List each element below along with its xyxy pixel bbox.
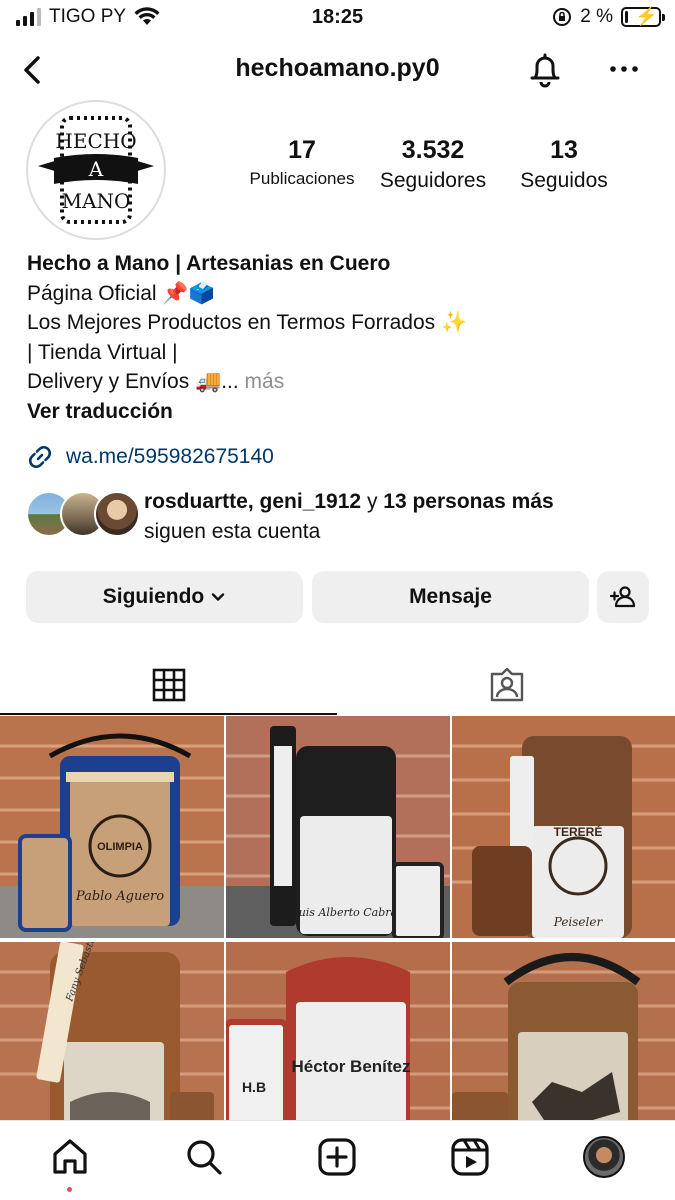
reels-icon [451, 1138, 489, 1176]
nav-reels[interactable] [448, 1135, 492, 1179]
svg-text:HECHO: HECHO [55, 129, 136, 153]
mutual-connector: y [366, 490, 378, 513]
following-count-value: 13 [550, 136, 578, 164]
svg-text:A: A [88, 157, 104, 181]
posts-count[interactable]: 17 Publicaciones [232, 136, 372, 189]
link-icon [29, 446, 51, 468]
post-image: Héctor Benítez H.B [226, 942, 450, 1120]
notifications-button[interactable] [524, 48, 566, 90]
svg-text:TERERÉ: TERERÉ [554, 824, 603, 839]
post-thumbnail[interactable] [452, 942, 675, 1120]
battery-icon: ⚡ [621, 6, 665, 27]
post-image: Luis Alberto Cabral [226, 716, 450, 938]
more-icon [610, 66, 638, 72]
post-thumbnail[interactable]: Fany Sebastián [0, 942, 224, 1120]
following-button[interactable]: Siguiendo [26, 571, 303, 623]
orientation-lock-icon [553, 8, 572, 26]
post-thumbnail[interactable]: Luis Alberto Cabral [226, 716, 450, 938]
create-icon [318, 1138, 356, 1176]
message-button-label: Mensaje [409, 585, 492, 608]
profile-display-name: Hecho a Mano | Artesanias en Cuero [27, 252, 391, 275]
post-thumbnail[interactable]: TERERÉ Peiseler [452, 716, 675, 938]
posts-grid: OLIMPIA Pablo Aguero Luis Alberto Cabral [0, 716, 675, 1120]
post-image: TERERÉ Peiseler [452, 716, 675, 938]
bio-line: Los Mejores Productos en Termos Forrados… [27, 311, 468, 334]
mutual-names: rosduartte, geni_1912 [144, 490, 362, 513]
see-translation-link[interactable]: Ver traducción [27, 397, 647, 427]
status-right: 2 % ⚡ [552, 6, 665, 28]
grid-icon [152, 668, 185, 702]
following-count-label: Seguidos [520, 169, 608, 192]
tagged-icon [490, 667, 523, 702]
post-image: Fany Sebastián [0, 942, 224, 1120]
nav-create[interactable] [315, 1135, 359, 1179]
active-tab-indicator [0, 713, 337, 715]
profile-header: hechoamano.py0 [0, 44, 675, 96]
svg-text:Peiseler: Peiseler [553, 915, 604, 929]
nav-home[interactable] [48, 1135, 92, 1179]
profile-username: hechoamano.py0 [235, 54, 440, 82]
follower-avatar [94, 491, 140, 537]
bio-line: | Tienda Virtual | [27, 340, 178, 364]
profile-avatar-small [583, 1136, 625, 1178]
profile-avatar[interactable]: HECHO A MANO [26, 100, 166, 240]
chevron-down-icon [212, 593, 225, 601]
tab-tagged[interactable] [338, 655, 675, 715]
notification-dot [67, 1187, 72, 1192]
svg-text:Héctor Benítez: Héctor Benítez [291, 1057, 410, 1076]
bio-website-link[interactable]: wa.me/595982675140 [26, 443, 274, 471]
mutual-followers-text: rosduartte, geni_1912 y 13 personas más … [144, 487, 554, 546]
more-options-button[interactable] [604, 48, 644, 90]
bio-line: Página Oficial 📌🗳️ [27, 281, 215, 305]
profile-tabs [0, 655, 675, 715]
post-thumbnail[interactable]: OLIMPIA Pablo Aguero [0, 716, 224, 938]
svg-text:H.B: H.B [242, 1079, 266, 1095]
bottom-navigation [0, 1120, 675, 1200]
svg-text:Pablo Aguero: Pablo Aguero [75, 889, 164, 904]
following-count[interactable]: 13 Seguidos [512, 136, 616, 193]
nav-profile[interactable] [582, 1135, 626, 1179]
battery-percent: 2 % [580, 6, 613, 27]
website-url: wa.me/595982675140 [66, 445, 274, 468]
posts-count-label: Publicaciones [249, 169, 355, 188]
bio-line-last: Delivery y Envíos 🚚... más [27, 367, 647, 397]
posts-count-value: 17 [288, 136, 316, 164]
svg-text:OLIMPIA: OLIMPIA [97, 841, 143, 853]
post-thumbnail[interactable]: Héctor Benítez H.B [226, 942, 450, 1120]
post-image: OLIMPIA Pablo Aguero [0, 716, 224, 938]
mutual-followers[interactable]: rosduartte, geni_1912 y 13 personas más … [26, 487, 646, 547]
post-image [452, 942, 675, 1120]
mutual-others: 13 personas más [383, 490, 554, 513]
status-bar: TIGO PY 18:25 2 % ⚡ [0, 0, 675, 36]
mutual-suffix: siguen esta cuenta [144, 519, 321, 543]
nav-search[interactable] [182, 1135, 226, 1179]
bio-more-link[interactable]: más [245, 370, 285, 393]
search-icon [187, 1140, 222, 1175]
followers-count-label: Seguidores [379, 169, 487, 192]
svg-text:Luis Alberto Cabral: Luis Alberto Cabral [290, 906, 401, 919]
home-icon [53, 1139, 87, 1174]
tab-posts-grid[interactable] [0, 655, 337, 715]
followers-count-value: 3.532 [401, 136, 465, 164]
bio-line: Delivery y Envíos 🚚... [27, 370, 239, 393]
profile-bio: Hecho a Mano | Artesanias en Cuero Págin… [27, 249, 647, 426]
profile-stats: 17 Publicaciones 3.532 Seguidores 13 Seg… [230, 136, 650, 206]
add-person-icon [609, 586, 636, 608]
svg-text:MANO: MANO [62, 189, 131, 213]
following-button-label: Siguiendo [102, 585, 205, 608]
followers-count[interactable]: 3.532 Seguidores [368, 136, 498, 193]
message-button[interactable]: Mensaje [312, 571, 589, 623]
suggested-people-button[interactable] [597, 571, 649, 623]
bell-icon [530, 53, 560, 88]
brand-logo: HECHO A MANO [30, 104, 162, 236]
